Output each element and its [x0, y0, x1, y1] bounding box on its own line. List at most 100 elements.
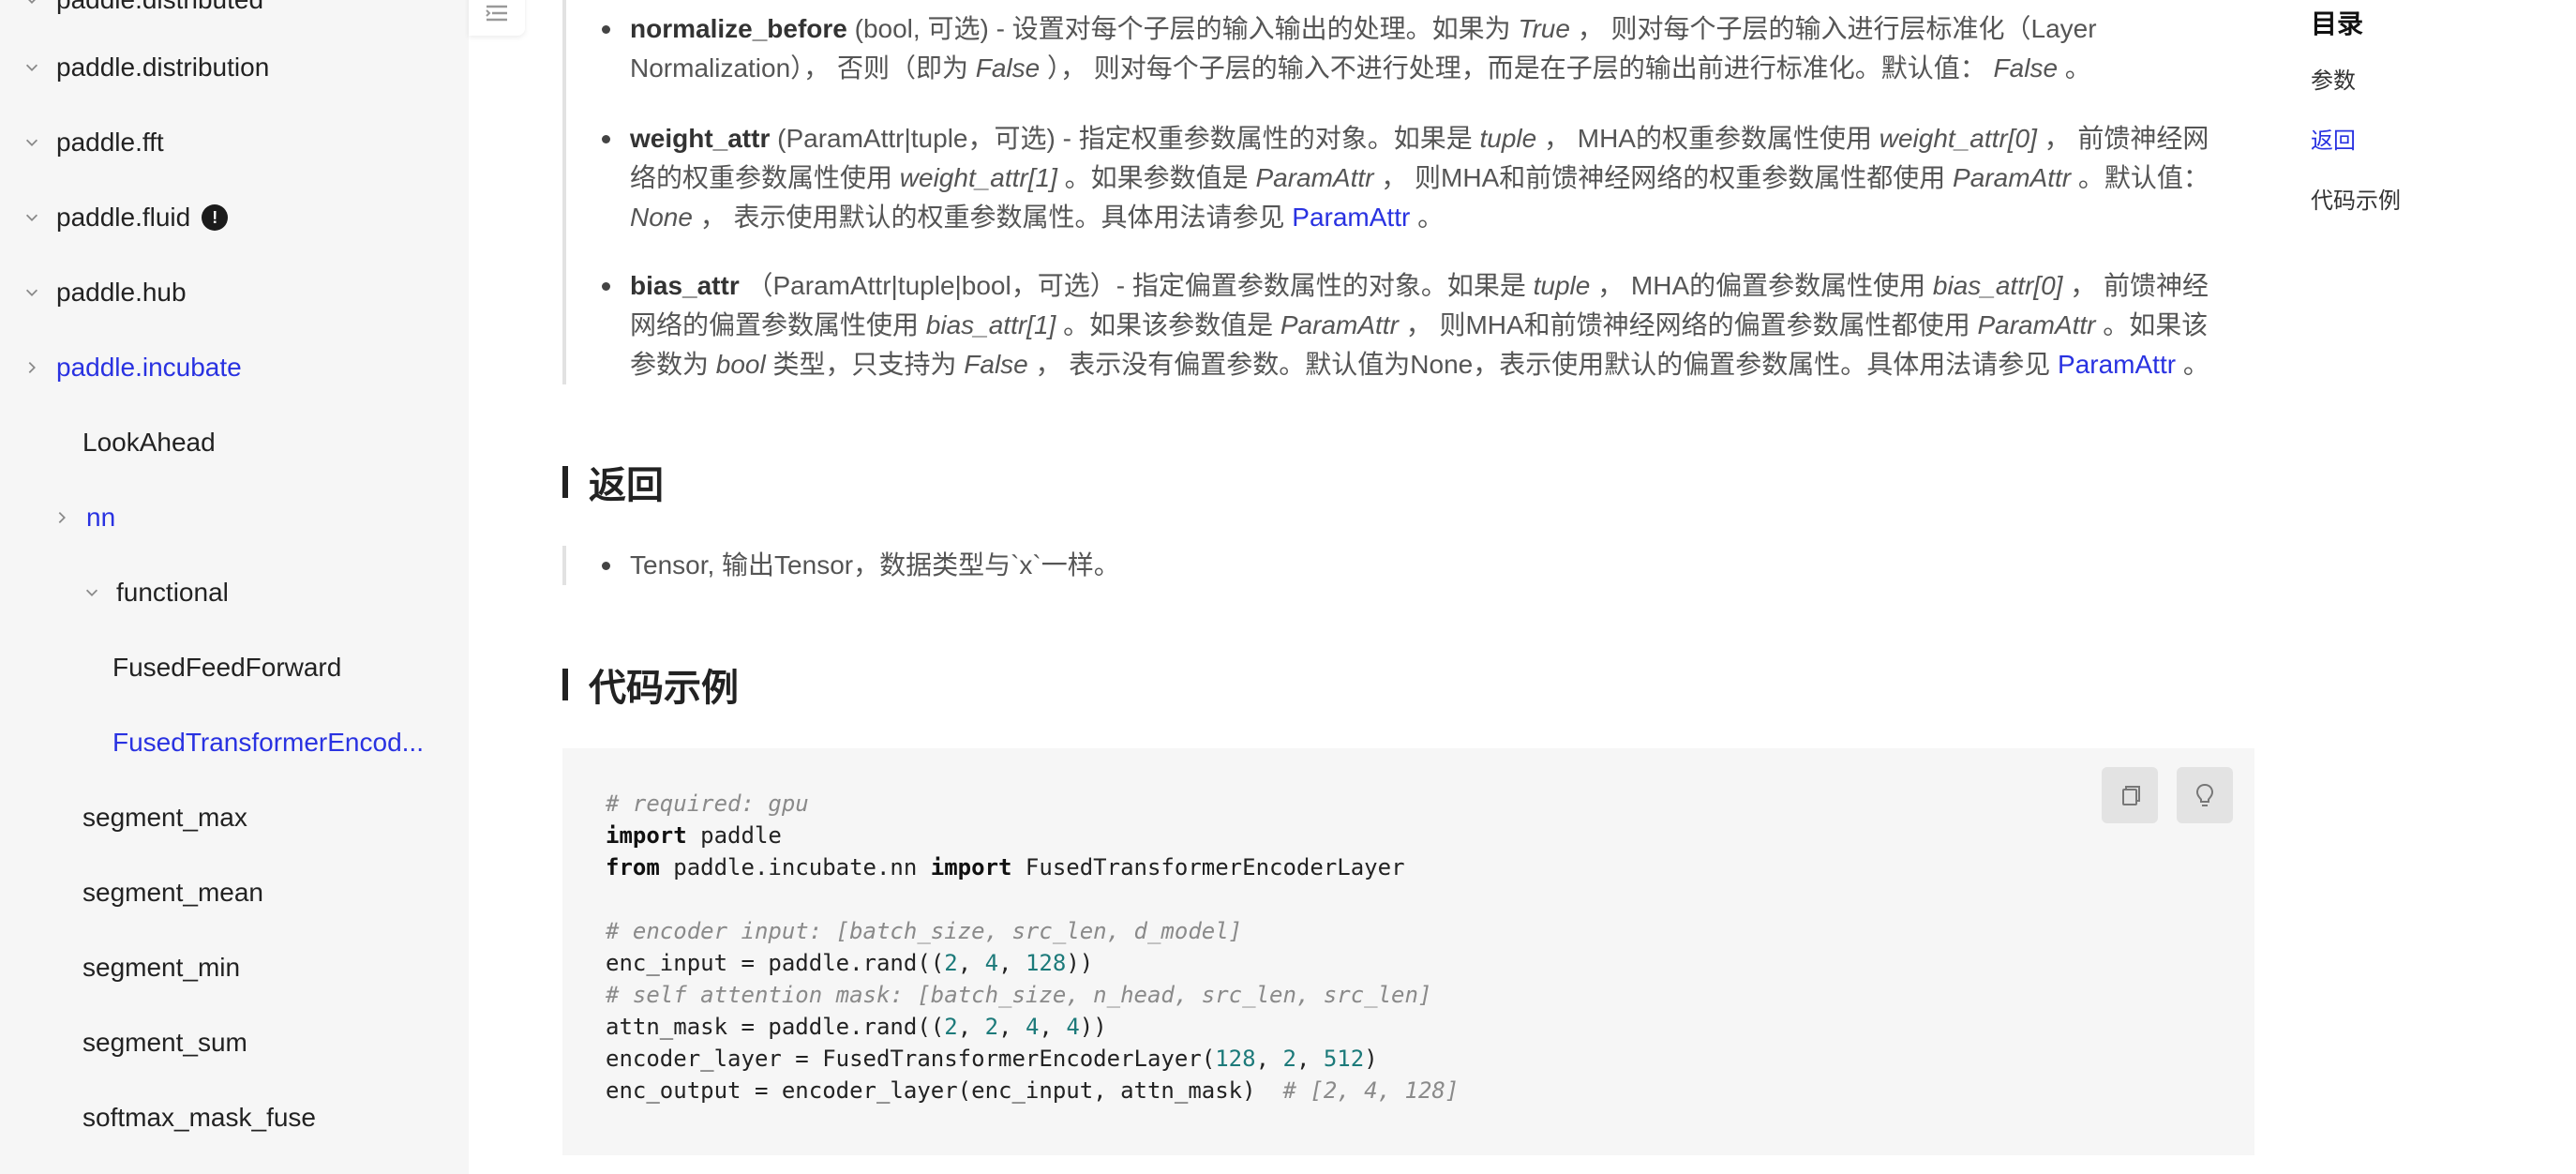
- sidebar-item-fusedtransformerencoderlayer[interactable]: FusedTransformerEncod...: [0, 705, 469, 780]
- sidebar-item-segment-mean[interactable]: segment_mean: [0, 855, 469, 930]
- sidebar-item-label: segment_mean: [82, 878, 264, 907]
- sidebar-item-label: nn: [86, 503, 116, 532]
- param-emphasis: weight_attr[0]: [1879, 124, 2037, 153]
- chevron-down-icon: [22, 58, 41, 77]
- toc-toggle-icon: [486, 5, 507, 22]
- sidebar-item-segment-sum[interactable]: segment_sum: [0, 1005, 469, 1080]
- sidebar-item-paddle-fluid[interactable]: paddle.fluid !: [0, 180, 469, 255]
- sidebar-item-lookahead[interactable]: LookAhead: [0, 405, 469, 480]
- sidebar-item-label: segment_min: [82, 953, 241, 982]
- section-heading-text: 返回: [589, 465, 664, 506]
- toc-item-returns[interactable]: 返回: [2311, 122, 2356, 155]
- code-content[interactable]: # required: gpu import paddle from paddl…: [606, 788, 1459, 1106]
- main-content: normalize_before (bool, 可选) - 设置对每个子层的输入…: [562, 0, 2254, 1174]
- param-emphasis: None: [630, 203, 693, 232]
- param-name: bias_attr: [630, 271, 740, 300]
- sidebar-item-nn[interactable]: nn: [0, 480, 469, 555]
- section-heading-example: 代码示例: [562, 656, 739, 713]
- sidebar-item-label: FusedFeedForward: [112, 653, 342, 682]
- sidebar-item-functional[interactable]: functional: [0, 555, 469, 630]
- param-text: ， MHA的偏置参数属性使用: [1590, 271, 1933, 300]
- param-text: 。: [2058, 53, 2091, 83]
- sidebar-item-segment-min[interactable]: segment_min: [0, 930, 469, 1005]
- sidebar-item-label: paddle.hub: [56, 278, 187, 307]
- param-text: ， 表示使用默认的权重参数属性。具体用法请参见: [692, 203, 1293, 232]
- param-text: ， 则MHA和前馈神经网络的权重参数属性都使用: [1373, 163, 1954, 192]
- param-name: normalize_before: [630, 14, 847, 43]
- code-text: ,: [1295, 1046, 1324, 1072]
- sidebar-item-label: LookAhead: [82, 428, 216, 457]
- param-text: ， MHA的权重参数属性使用: [1536, 124, 1880, 153]
- code-number: 2: [1282, 1046, 1296, 1072]
- param-emphasis: ParamAttr: [1255, 163, 1374, 192]
- sidebar-item-paddle-incubate[interactable]: paddle.incubate: [0, 330, 469, 405]
- chevron-down-icon: [82, 583, 101, 602]
- param-text: 。: [1410, 203, 1445, 232]
- sidebar-item-label: FusedTransformerEncod...: [112, 728, 424, 757]
- param-emphasis: False: [964, 350, 1028, 379]
- param-text: 类型，只支持为: [765, 350, 965, 379]
- param-emphasis: True: [1518, 14, 1570, 43]
- code-text: ,: [957, 950, 985, 976]
- chevron-right-icon: [22, 358, 41, 377]
- param-weight-attr: weight_attr (ParamAttr|tuple，可选) - 指定权重参…: [602, 119, 2233, 237]
- code-text: )): [1079, 1014, 1107, 1040]
- sidebar-toggle-button[interactable]: [469, 0, 525, 36]
- code-number: 512: [1323, 1046, 1365, 1072]
- toc-title: 目录: [2311, 9, 2364, 38]
- sidebar-item-label: paddle.distribution: [56, 53, 270, 82]
- param-emphasis: ParamAttr: [1280, 310, 1399, 339]
- param-text: （ParamAttr|tuple|bool，可选）- 指定偏置参数属性的对象。如…: [739, 271, 1534, 300]
- chevron-right-icon: [52, 508, 71, 527]
- param-emphasis: ParamAttr: [1953, 163, 2072, 192]
- sidebar-item-label: paddle.fft: [56, 128, 164, 157]
- copy-button[interactable]: [2102, 767, 2158, 823]
- code-text: enc_input = paddle.rand((: [606, 950, 945, 976]
- code-text: paddle.incubate.nn: [659, 854, 931, 880]
- param-text: ， 则MHA和前馈神经网络的偏置参数属性都使用: [1398, 310, 1978, 339]
- copy-icon: [2122, 786, 2140, 805]
- code-block: # required: gpu import paddle from paddl…: [562, 748, 2254, 1155]
- chevron-down-icon: [22, 0, 41, 9]
- code-number: 4: [1066, 1014, 1080, 1040]
- code-number: 128: [1215, 1046, 1256, 1072]
- param-text: ）， 则对每个子层的输入不进行处理，而是在子层的输出前进行标准化。默认值：: [1040, 53, 1994, 83]
- sidebar-item-label: paddle.incubate: [56, 353, 242, 382]
- param-emphasis: tuple: [1533, 271, 1591, 300]
- paramattr-link[interactable]: ParamAttr: [1292, 203, 1410, 232]
- code-text: paddle: [686, 822, 782, 849]
- code-comment: # encoder input: [batch_size, src_len, d…: [606, 918, 1243, 944]
- code-text: ,: [998, 1014, 1026, 1040]
- paramattr-link[interactable]: ParamAttr: [2058, 350, 2176, 379]
- sidebar-item-segment-max[interactable]: segment_max: [0, 780, 469, 855]
- param-text: 。默认值：: [2071, 163, 2209, 192]
- toc-item-params[interactable]: 参数: [2311, 62, 2356, 95]
- sidebar-item-paddle-distribution[interactable]: paddle.distribution: [0, 30, 469, 105]
- sidebar-item-label: paddle.fluid: [56, 203, 191, 232]
- parameters-list: normalize_before (bool, 可选) - 设置对每个子层的输入…: [562, 0, 2258, 384]
- lightbulb-icon: [2195, 783, 2214, 806]
- returns-item: Tensor, 输出Tensor，数据类型与`x`一样。: [602, 546, 2233, 585]
- chevron-down-icon: [22, 283, 41, 302]
- sidebar-item-paddle-fft[interactable]: paddle.fft: [0, 105, 469, 180]
- code-text: ,: [1039, 1014, 1067, 1040]
- param-text: (ParamAttr|tuple，可选) - 指定权重参数属性的对象。如果是: [770, 124, 1480, 153]
- sidebar-item-paddle-hub[interactable]: paddle.hub: [0, 255, 469, 330]
- sidebar-item-softmax-mask-fuse[interactable]: softmax_mask_fuse: [0, 1080, 469, 1155]
- sidebar-item-fusedfeedforward[interactable]: FusedFeedForward: [0, 630, 469, 705]
- code-text: ,: [998, 950, 1026, 976]
- code-comment: # self attention mask: [batch_size, n_he…: [606, 982, 1432, 1008]
- code-text: )): [1066, 950, 1094, 976]
- section-heading-returns: 返回: [562, 454, 664, 510]
- code-number: 4: [984, 950, 999, 976]
- code-text: encoder_layer = FusedTransformerEncoderL…: [606, 1046, 1216, 1072]
- param-emphasis: False: [1993, 53, 2059, 83]
- param-bias-attr: bias_attr （ParamAttr|tuple|bool，可选）- 指定偏…: [602, 266, 2233, 384]
- param-text: ， 表示没有偏置参数。默认值为None，表示使用默认的偏置参数属性。具体用法请参…: [1027, 350, 2059, 379]
- sidebar-item-label: paddle.distributed: [56, 0, 263, 15]
- chevron-down-icon: [22, 133, 41, 152]
- hint-button[interactable]: [2177, 767, 2233, 823]
- toc-item-example[interactable]: 代码示例: [2311, 182, 2401, 215]
- param-emphasis: False: [975, 53, 1041, 83]
- code-text: attn_mask = paddle.rand((: [606, 1014, 945, 1040]
